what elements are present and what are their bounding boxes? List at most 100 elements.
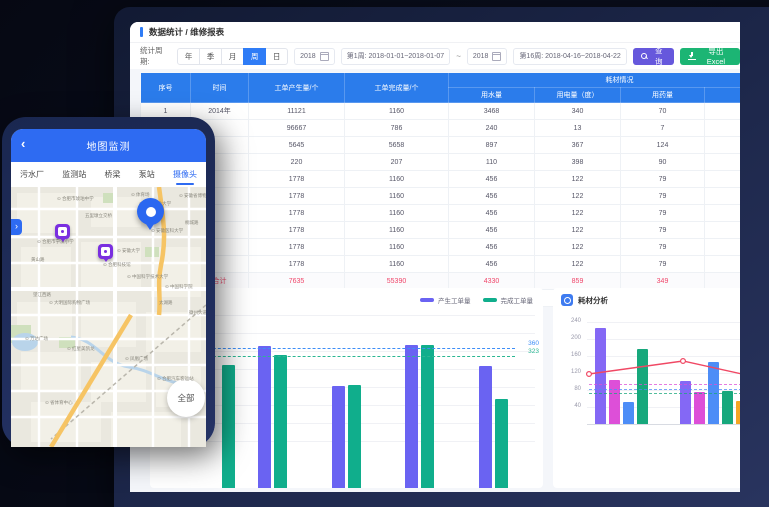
calendar-icon <box>320 52 329 61</box>
subcol-header-1: 用水量 <box>449 88 535 103</box>
map-view[interactable]: › 全部 ⊙ 体育场⊙ 安徽农业大学⊙ 合肥市琥珀中学⊙ 安徽省博物馆五里墩立交… <box>11 187 206 447</box>
table-cell: 349 <box>621 273 705 290</box>
phone-title: 地图监测 <box>87 138 131 153</box>
export-excel-button[interactable]: 导出Excel <box>680 48 740 65</box>
map-label: ⊙ 红星美凯龙 <box>67 345 95 352</box>
map-label: 五里墩立交桥 <box>85 212 112 219</box>
bar-created[interactable] <box>405 345 418 488</box>
phone-header: ‹ 地图监测 <box>11 129 206 162</box>
table-cell: 122 <box>535 256 621 273</box>
consumable-chart-card: 耗材分析 2402001601208040 <box>553 288 740 488</box>
bar-completed[interactable] <box>495 399 508 488</box>
table-cell: 7 <box>621 120 705 137</box>
start-week-field[interactable]: 第1周: 2018-01-01~2018-01-07 <box>341 48 450 65</box>
map-label: ⊙ 安徽医科大学 <box>151 227 183 234</box>
end-year-select[interactable]: 2018 <box>467 48 508 65</box>
tab-污水厂[interactable]: 污水厂 <box>20 163 44 186</box>
map-label: ⊙ 凤凰广场 <box>125 355 148 362</box>
table-cell: 240 <box>449 120 535 137</box>
bar-completed[interactable] <box>348 385 361 488</box>
bar-completed[interactable] <box>421 345 434 488</box>
table-cell: 124 <box>621 137 705 154</box>
back-icon[interactable]: ‹ <box>21 137 25 150</box>
search-icon <box>641 53 648 60</box>
map-label: 望江西路 <box>33 291 51 298</box>
legend-label: 完成工单量 <box>501 295 534 305</box>
table-cell: 1778 <box>249 239 345 256</box>
table-row: 177811604561227967 <box>141 171 741 188</box>
table-cell: 90 <box>621 154 705 171</box>
table-cell: 67 <box>705 256 741 273</box>
consumable-bar[interactable] <box>722 391 733 424</box>
table-cell: 859 <box>535 273 621 290</box>
start-week-value: 第1周: 2018-01-01~2018-01-07 <box>347 51 444 61</box>
map-label: ⊙ 省体育中心 <box>45 399 73 406</box>
legend-item[interactable]: 完成工单量 <box>483 295 534 305</box>
consumable-bar[interactable] <box>595 328 606 424</box>
map-label: ⊙ 万达广场 <box>25 335 48 342</box>
table-cell: 122 <box>535 222 621 239</box>
bar-created[interactable] <box>332 386 345 488</box>
map-label: ⊙ 合肥市宁溪小学 <box>37 238 74 245</box>
bar-completed[interactable] <box>274 355 287 488</box>
period-option[interactable]: 月 <box>221 48 244 65</box>
breadcrumb: 数据统计 / 维修报表 <box>149 26 224 38</box>
end-week-field[interactable]: 第16周: 2018-04-16~2018-04-22 <box>513 48 626 65</box>
location-pin-marker[interactable] <box>137 198 164 225</box>
export-label: 导出Excel <box>700 46 732 66</box>
table-cell: 2014年 <box>191 103 249 120</box>
tab-桥梁[interactable]: 桥梁 <box>105 163 121 186</box>
tab-泵站[interactable]: 泵站 <box>139 163 155 186</box>
table-cell: 1160 <box>345 239 449 256</box>
accent-bar <box>140 27 143 37</box>
chart-legend: 产生工单量 完成工单量 <box>420 295 533 305</box>
consumable-bar[interactable] <box>736 401 740 424</box>
tab-摄像头[interactable]: 摄像头 <box>173 163 197 186</box>
table-cell: 456 <box>449 256 535 273</box>
query-button[interactable]: 查询 <box>633 48 674 65</box>
camera-marker[interactable] <box>98 244 113 259</box>
all-button[interactable]: 全部 <box>167 379 205 417</box>
period-option[interactable]: 周 <box>243 48 266 65</box>
start-year-select[interactable]: 2018 <box>294 48 335 65</box>
legend-item[interactable]: 产生工单量 <box>420 295 471 305</box>
table-cell: 67 <box>705 222 741 239</box>
camera-marker[interactable] <box>55 224 70 239</box>
table-cell: 122 <box>535 188 621 205</box>
table-cell: 690 <box>705 120 741 137</box>
table-cell: 1160 <box>345 222 449 239</box>
bar-created[interactable] <box>258 346 271 488</box>
table-cell: 129 <box>705 137 741 154</box>
period-option[interactable]: 年 <box>177 48 200 65</box>
bar-created[interactable] <box>479 366 492 488</box>
map-label: ⊙ 大明国际购物广场 <box>49 299 90 306</box>
table-cell: 7635 <box>249 273 345 290</box>
table-cell: 3468 <box>449 103 535 120</box>
period-label: 统计周期: <box>140 45 171 67</box>
period-option[interactable]: 日 <box>265 48 288 65</box>
consumable-bar[interactable] <box>609 380 620 424</box>
consumable-bar[interactable] <box>694 392 705 424</box>
consumable-bar[interactable] <box>637 349 648 424</box>
reference-line <box>589 384 740 385</box>
table-cell: 398 <box>535 154 621 171</box>
table-cell: 1160 <box>345 256 449 273</box>
map-label: ⊙ 安徽大学 <box>117 247 140 254</box>
tab-监测站[interactable]: 监测站 <box>62 163 86 186</box>
period-option[interactable]: 季 <box>199 48 222 65</box>
consumable-bar[interactable] <box>680 381 691 424</box>
table-cell: 456 <box>449 205 535 222</box>
bar-completed[interactable] <box>222 365 235 488</box>
subcol-header-3: 用药量 <box>621 88 705 103</box>
map-label: ⊙ 合肥汽车客运站 <box>157 375 194 382</box>
gridline <box>587 356 740 357</box>
expander-button[interactable]: › <box>11 219 22 235</box>
map-label: ⊙ 中国科学技术大学 <box>127 273 168 280</box>
map-label: ⊙ 中国科学院 <box>165 283 193 290</box>
table-cell: 110 <box>449 154 535 171</box>
table-cell: 67 <box>705 188 741 205</box>
table-cell: 19 <box>705 154 741 171</box>
breadcrumb-bar: 数据统计 / 维修报表 <box>130 22 740 43</box>
consumable-bar[interactable] <box>623 402 634 424</box>
col-header-completed: 工单完成量/个 <box>345 73 449 103</box>
